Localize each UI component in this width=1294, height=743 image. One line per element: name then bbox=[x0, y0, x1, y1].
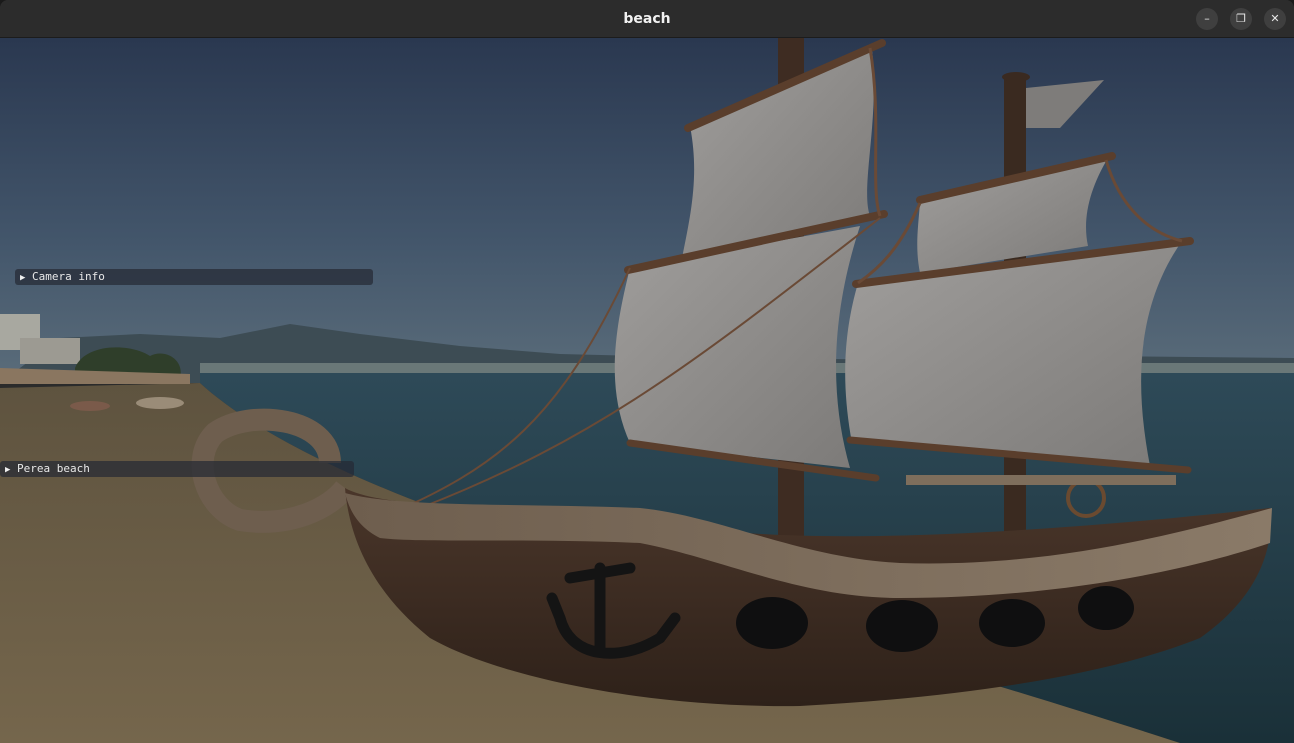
camera-info-label: Camera info bbox=[32, 270, 105, 283]
maximize-icon: ❐ bbox=[1236, 12, 1246, 25]
scene-panel-header[interactable]: ▶ Perea beach bbox=[0, 461, 354, 477]
title-bar[interactable]: beach – ❐ ✕ bbox=[0, 0, 1294, 38]
umbrella bbox=[70, 401, 110, 411]
collapse-arrow-icon: ▶ bbox=[5, 465, 11, 475]
app-window: beach – ❐ ✕ ▶ Camera info ▶ Perea beach bbox=[0, 0, 1294, 743]
minimize-icon: – bbox=[1204, 12, 1210, 25]
scene-render bbox=[0, 38, 1294, 743]
porthole bbox=[979, 599, 1045, 647]
minimize-button[interactable]: – bbox=[1196, 8, 1218, 30]
umbrella bbox=[136, 397, 184, 409]
porthole bbox=[1078, 586, 1134, 630]
3d-viewport[interactable]: ▶ Camera info ▶ Perea beach bbox=[0, 38, 1294, 743]
camera-info-header[interactable]: ▶ Camera info bbox=[15, 269, 373, 285]
window-title: beach bbox=[623, 11, 671, 27]
deck-rail bbox=[906, 475, 1176, 485]
porthole bbox=[736, 597, 808, 649]
close-icon: ✕ bbox=[1270, 12, 1280, 25]
scene-panel-label: Perea beach bbox=[17, 462, 90, 475]
maximize-button[interactable]: ❐ bbox=[1230, 8, 1252, 30]
close-button[interactable]: ✕ bbox=[1264, 8, 1286, 30]
porthole bbox=[866, 600, 938, 652]
collapse-arrow-icon: ▶ bbox=[20, 273, 26, 283]
building bbox=[20, 338, 80, 364]
